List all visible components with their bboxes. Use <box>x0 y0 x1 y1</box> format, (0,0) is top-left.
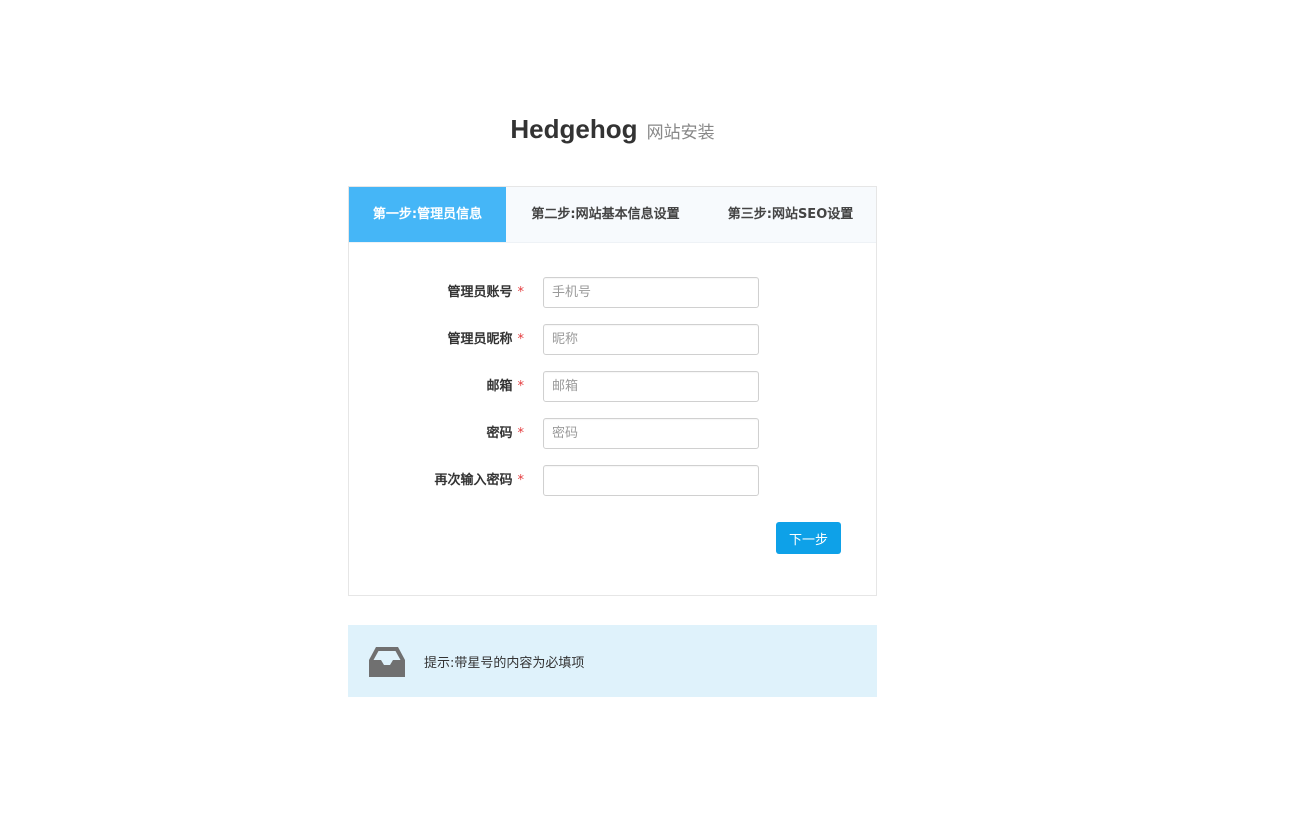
notice-text: 提示:带星号的内容为必填项 <box>424 656 585 671</box>
page-subtitle: 网站安装 <box>646 123 715 143</box>
password-label: 密码 * <box>486 426 524 442</box>
inbox-icon <box>369 647 405 677</box>
email-input[interactable] <box>543 371 759 402</box>
notice-box: 提示:带星号的内容为必填项 <box>348 625 877 697</box>
form-row-password: 密码 * <box>349 418 876 465</box>
form-row-nickname: 管理员昵称 * <box>349 324 876 371</box>
password-label-text: 密码 <box>486 426 513 441</box>
nickname-label-text: 管理员昵称 <box>447 332 513 347</box>
tab-step-admin-info[interactable]: 第一步:管理员信息 <box>349 187 506 242</box>
tab-step-site-seo[interactable]: 第三步:网站SEO设置 <box>705 187 876 242</box>
page-header: Hedgehog 网站安装 <box>348 114 877 145</box>
email-label: 邮箱 * <box>486 379 524 395</box>
form-row-email: 邮箱 * <box>349 371 876 418</box>
password-input[interactable] <box>543 418 759 449</box>
email-label-text: 邮箱 <box>486 379 513 394</box>
next-step-button[interactable]: 下一步 <box>776 522 841 554</box>
required-star: * <box>517 473 525 488</box>
step-tabs: 第一步:管理员信息 第二步:网站基本信息设置 第三步:网站SEO设置 <box>349 187 876 243</box>
admin-account-input[interactable] <box>543 277 759 308</box>
brand-title: Hedgehog <box>510 114 638 144</box>
install-panel: 第一步:管理员信息 第二步:网站基本信息设置 第三步:网站SEO设置 管理员账号… <box>348 186 877 596</box>
required-star: * <box>517 285 525 300</box>
admin-nickname-input[interactable] <box>543 324 759 355</box>
required-star: * <box>517 426 525 441</box>
tab-step-site-basic-info[interactable]: 第二步:网站基本信息设置 <box>506 187 705 242</box>
account-label-text: 管理员账号 <box>447 285 513 300</box>
confirm-password-label-text: 再次输入密码 <box>434 473 513 488</box>
form-row-confirm-password: 再次输入密码 * <box>349 465 876 512</box>
required-star: * <box>517 379 525 394</box>
nickname-label: 管理员昵称 * <box>447 332 524 348</box>
confirm-password-input[interactable] <box>543 465 759 496</box>
account-label: 管理员账号 * <box>447 285 524 301</box>
confirm-password-label: 再次输入密码 * <box>434 473 524 489</box>
form-row-account: 管理员账号 * <box>349 277 876 324</box>
install-page: Hedgehog 网站安装 第一步:管理员信息 第二步:网站基本信息设置 第三步… <box>0 0 1312 832</box>
admin-info-form: 管理员账号 * 管理员昵称 * 邮箱 * 密码 * 再次输入密码 * 下一步 <box>349 243 876 554</box>
required-star: * <box>517 332 525 347</box>
